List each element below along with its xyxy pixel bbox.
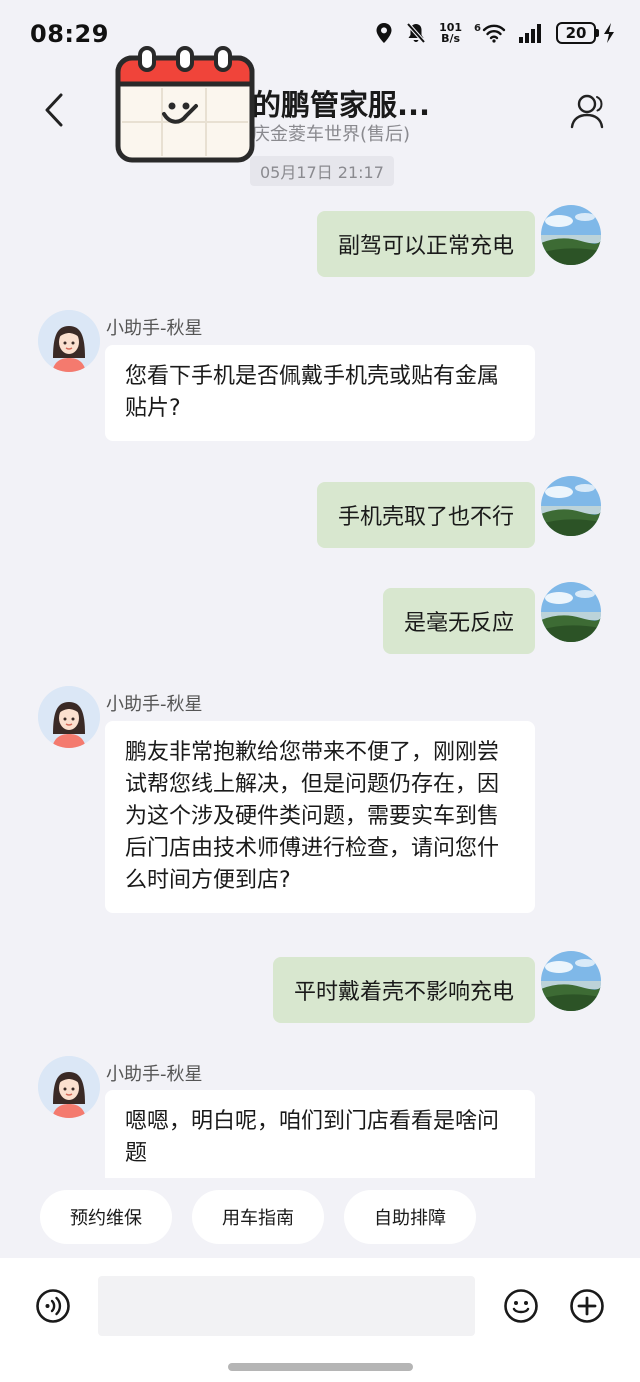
profile-icon [570, 94, 604, 129]
user-message-bubble[interactable]: 手机壳取了也不行 [316, 482, 535, 548]
agent-name: 小助手-秋星 [106, 1064, 203, 1085]
battery-tip [596, 29, 599, 37]
agent-name: 小助手-秋星 [106, 694, 203, 715]
chat-header: 的鹏管家服... 庆金菱车世界(售后) [0, 70, 640, 160]
agent-name: 小助手-秋星 [106, 318, 203, 339]
plus-icon[interactable] [569, 1288, 605, 1324]
status-icons: 101 B/s 6 20 [375, 22, 616, 44]
voice-icon[interactable] [35, 1288, 71, 1324]
signal-icon [519, 24, 541, 43]
user-avatar[interactable] [541, 205, 601, 265]
battery: 20 [556, 22, 616, 44]
location-icon [376, 23, 392, 43]
status-bar: 08:29 101 B/s 6 20 [0, 0, 640, 70]
quick-reply-row: 预约维保 用车指南 自助排障 [40, 1190, 476, 1244]
chat-title: 的鹏管家服... [252, 88, 431, 122]
chat-timestamp: 05月17日 21:17 [250, 156, 394, 186]
net-speed: 101 B/s [439, 22, 462, 44]
quick-reply-guide[interactable]: 用车指南 [192, 1190, 324, 1244]
battery-level: 20 [556, 22, 596, 44]
network-gen-label: 6 [474, 23, 481, 34]
user-message-bubble[interactable]: 平时戴着壳不影响充电 [272, 957, 535, 1023]
charging-icon [604, 23, 614, 43]
mute-bell-icon [406, 22, 426, 44]
user-message-bubble[interactable]: 副驾可以正常充电 [316, 211, 535, 277]
user-avatar[interactable] [541, 582, 601, 642]
home-indicator[interactable] [228, 1363, 413, 1371]
profile-button[interactable] [566, 90, 608, 132]
wifi-icon [482, 24, 506, 43]
agent-avatar[interactable] [38, 686, 100, 748]
input-bar [0, 1258, 640, 1382]
back-button[interactable] [34, 88, 74, 132]
calendar-sticker-icon [115, 46, 255, 163]
user-avatar[interactable] [541, 476, 601, 536]
wifi-indicator: 6 [474, 23, 506, 43]
agent-avatar[interactable] [38, 310, 100, 372]
quick-reply-troubleshoot[interactable]: 自助排障 [344, 1190, 476, 1244]
user-message-bubble[interactable]: 是毫无反应 [382, 588, 535, 654]
chat-subtitle: 庆金菱车世界(售后) [252, 124, 411, 145]
agent-avatar[interactable] [38, 1056, 100, 1118]
net-speed-unit: B/s [441, 32, 461, 45]
agent-message-bubble[interactable]: 鹏友非常抱歉给您带来不便了，刚刚尝试帮您线上解决，但是问题仍存在，因为这个涉及硬… [105, 721, 535, 913]
status-time: 08:29 [30, 20, 109, 48]
emoji-icon[interactable] [503, 1288, 539, 1324]
quick-reply-maintenance[interactable]: 预约维保 [40, 1190, 172, 1244]
agent-message-bubble[interactable]: 您看下手机是否佩戴手机壳或贴有金属贴片? [105, 345, 535, 441]
back-arrow-icon [45, 93, 63, 127]
message-input[interactable] [98, 1276, 475, 1336]
agent-message-bubble[interactable]: 嗯嗯，明白呢，咱们到门店看看是啥问题 [105, 1090, 535, 1178]
user-avatar[interactable] [541, 951, 601, 1011]
